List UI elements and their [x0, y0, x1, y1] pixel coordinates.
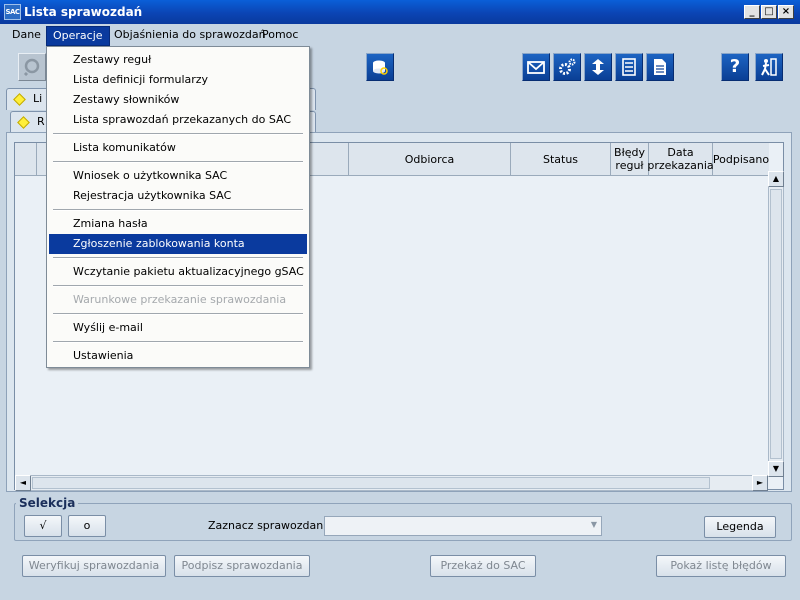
minimize-button[interactable]: _ — [744, 5, 760, 19]
menu-item-zmiana-hasla[interactable]: Zmiana hasła — [49, 214, 307, 234]
send-to-sac-button[interactable]: Przekaż do SAC — [430, 555, 536, 577]
scroll-left-arrow-icon[interactable]: ◄ — [15, 475, 31, 491]
menu-separator — [53, 133, 303, 135]
col-data-przekazania[interactable]: Data przekazania — [647, 143, 714, 176]
document-button[interactable] — [646, 53, 674, 81]
check-all-button[interactable]: √ — [24, 515, 62, 537]
list-button[interactable] — [615, 53, 643, 81]
maximize-button[interactable]: □ — [761, 5, 777, 19]
tab-diamond-icon — [17, 116, 30, 129]
exit-icon — [761, 58, 777, 76]
legend-button[interactable]: Legenda — [704, 516, 776, 538]
menu-item-lista-komunikatow[interactable]: Lista komunikatów — [49, 138, 307, 158]
tab-diamond-icon — [13, 93, 26, 106]
menu-separator — [53, 161, 303, 163]
horizontal-scrollbar[interactable]: ◄ ► — [15, 475, 768, 491]
scroll-down-arrow-icon[interactable]: ▼ — [768, 461, 784, 477]
menu-objasnienia[interactable]: Objaśnienia do sprawozdań — [108, 26, 272, 46]
menu-dane[interactable]: Dane — [6, 26, 47, 46]
mail-button[interactable] — [522, 53, 550, 81]
menu-bar: Dane Operacje Objaśnienia do sprawozdań … — [0, 24, 800, 47]
vertical-scroll-thumb[interactable] — [770, 189, 782, 459]
col-bledy-regul[interactable]: Błędy reguł — [611, 143, 649, 176]
show-errors-button[interactable]: Pokaż listę błędów — [656, 555, 786, 577]
settings-button[interactable] — [553, 53, 581, 81]
window-title: Lista sprawozdań — [24, 5, 143, 19]
vertical-scrollbar[interactable]: ▲ ▼ — [768, 171, 784, 477]
menu-item-zgloszenie-zablokowania[interactable]: Zgłoszenie zablokowania konta — [49, 234, 307, 254]
report-view-button[interactable] — [18, 53, 46, 81]
menu-item-zestawy-slownikow[interactable]: Zestawy słowników — [49, 90, 307, 110]
grid-header-corner — [15, 143, 37, 176]
menu-item-warunkowe-przekazanie[interactable]: Warunkowe przekazanie sprawozdania — [49, 290, 307, 310]
menu-item-zestawy-regul[interactable]: Zestawy reguł — [49, 50, 307, 70]
list-icon — [622, 58, 636, 76]
col-bledy-line1: Błędy — [614, 146, 645, 159]
menu-separator — [53, 341, 303, 343]
mail-icon — [527, 61, 545, 74]
help-button[interactable]: ? — [721, 53, 749, 81]
menu-item-lista-przekazanych[interactable]: Lista sprawozdań przekazanych do SAC — [49, 110, 307, 130]
report-view-icon — [23, 58, 40, 76]
scroll-up-arrow-icon[interactable]: ▲ — [768, 171, 784, 187]
col-podpisano[interactable]: Podpisano — [713, 143, 769, 176]
menu-separator — [53, 285, 303, 287]
menu-item-wyslij-email[interactable]: Wyślij e-mail — [49, 318, 307, 338]
col-data-line2: przekazania — [647, 159, 714, 172]
title-bar[interactable]: SAC Lista sprawozdań _ □ × — [0, 0, 800, 24]
settings-icon — [559, 58, 576, 75]
menu-separator — [53, 209, 303, 211]
verify-reports-button[interactable]: Weryfikuj sprawozdania — [22, 555, 166, 577]
mark-reports-label: Zaznacz sprawozdania: — [208, 519, 337, 532]
col-odbiorca[interactable]: Odbiorca — [349, 143, 511, 176]
menu-separator — [53, 313, 303, 315]
tab-lista-label: Li — [33, 92, 43, 105]
menu-separator — [53, 257, 303, 259]
col-bledy-line2: reguł — [615, 159, 644, 172]
tab-r-label: R — [37, 115, 45, 128]
help-icon: ? — [729, 56, 741, 77]
chevron-down-icon: ▼ — [590, 520, 597, 529]
exit-button[interactable] — [755, 53, 783, 81]
selection-group-label: Selekcja — [16, 496, 79, 510]
menu-operacje[interactable]: Operacje — [46, 26, 110, 46]
menu-item-wczytanie-pakietu[interactable]: Wczytanie pakietu aktualizacyjnego gSAC — [49, 262, 307, 282]
close-button[interactable]: × — [778, 5, 794, 19]
app-icon: SAC — [4, 4, 21, 20]
menu-pomoc[interactable]: Pomoc — [256, 26, 304, 46]
menu-item-lista-definicji[interactable]: Lista definicji formularzy — [49, 70, 307, 90]
database-search-icon — [373, 60, 388, 75]
sign-reports-button[interactable]: Podpisz sprawozdania — [174, 555, 310, 577]
menu-item-ustawienia[interactable]: Ustawienia — [49, 346, 307, 366]
document-icon — [654, 59, 666, 75]
operacje-dropdown-menu: Zestawy reguł Lista definicji formularzy… — [46, 46, 310, 368]
col-data-line1: Data — [667, 146, 694, 159]
transfer-button[interactable] — [584, 53, 612, 81]
horizontal-scroll-thumb[interactable] — [32, 477, 710, 489]
transfer-icon — [592, 59, 604, 75]
uncheck-all-button[interactable]: o — [68, 515, 106, 537]
menu-item-wniosek[interactable]: Wniosek o użytkownika SAC — [49, 166, 307, 186]
mark-reports-combo[interactable]: ▼ — [324, 516, 602, 536]
col-status[interactable]: Status — [511, 143, 611, 176]
database-search-button[interactable] — [366, 53, 394, 81]
scroll-right-arrow-icon[interactable]: ► — [752, 475, 768, 491]
menu-item-rejestracja[interactable]: Rejestracja użytkownika SAC — [49, 186, 307, 206]
